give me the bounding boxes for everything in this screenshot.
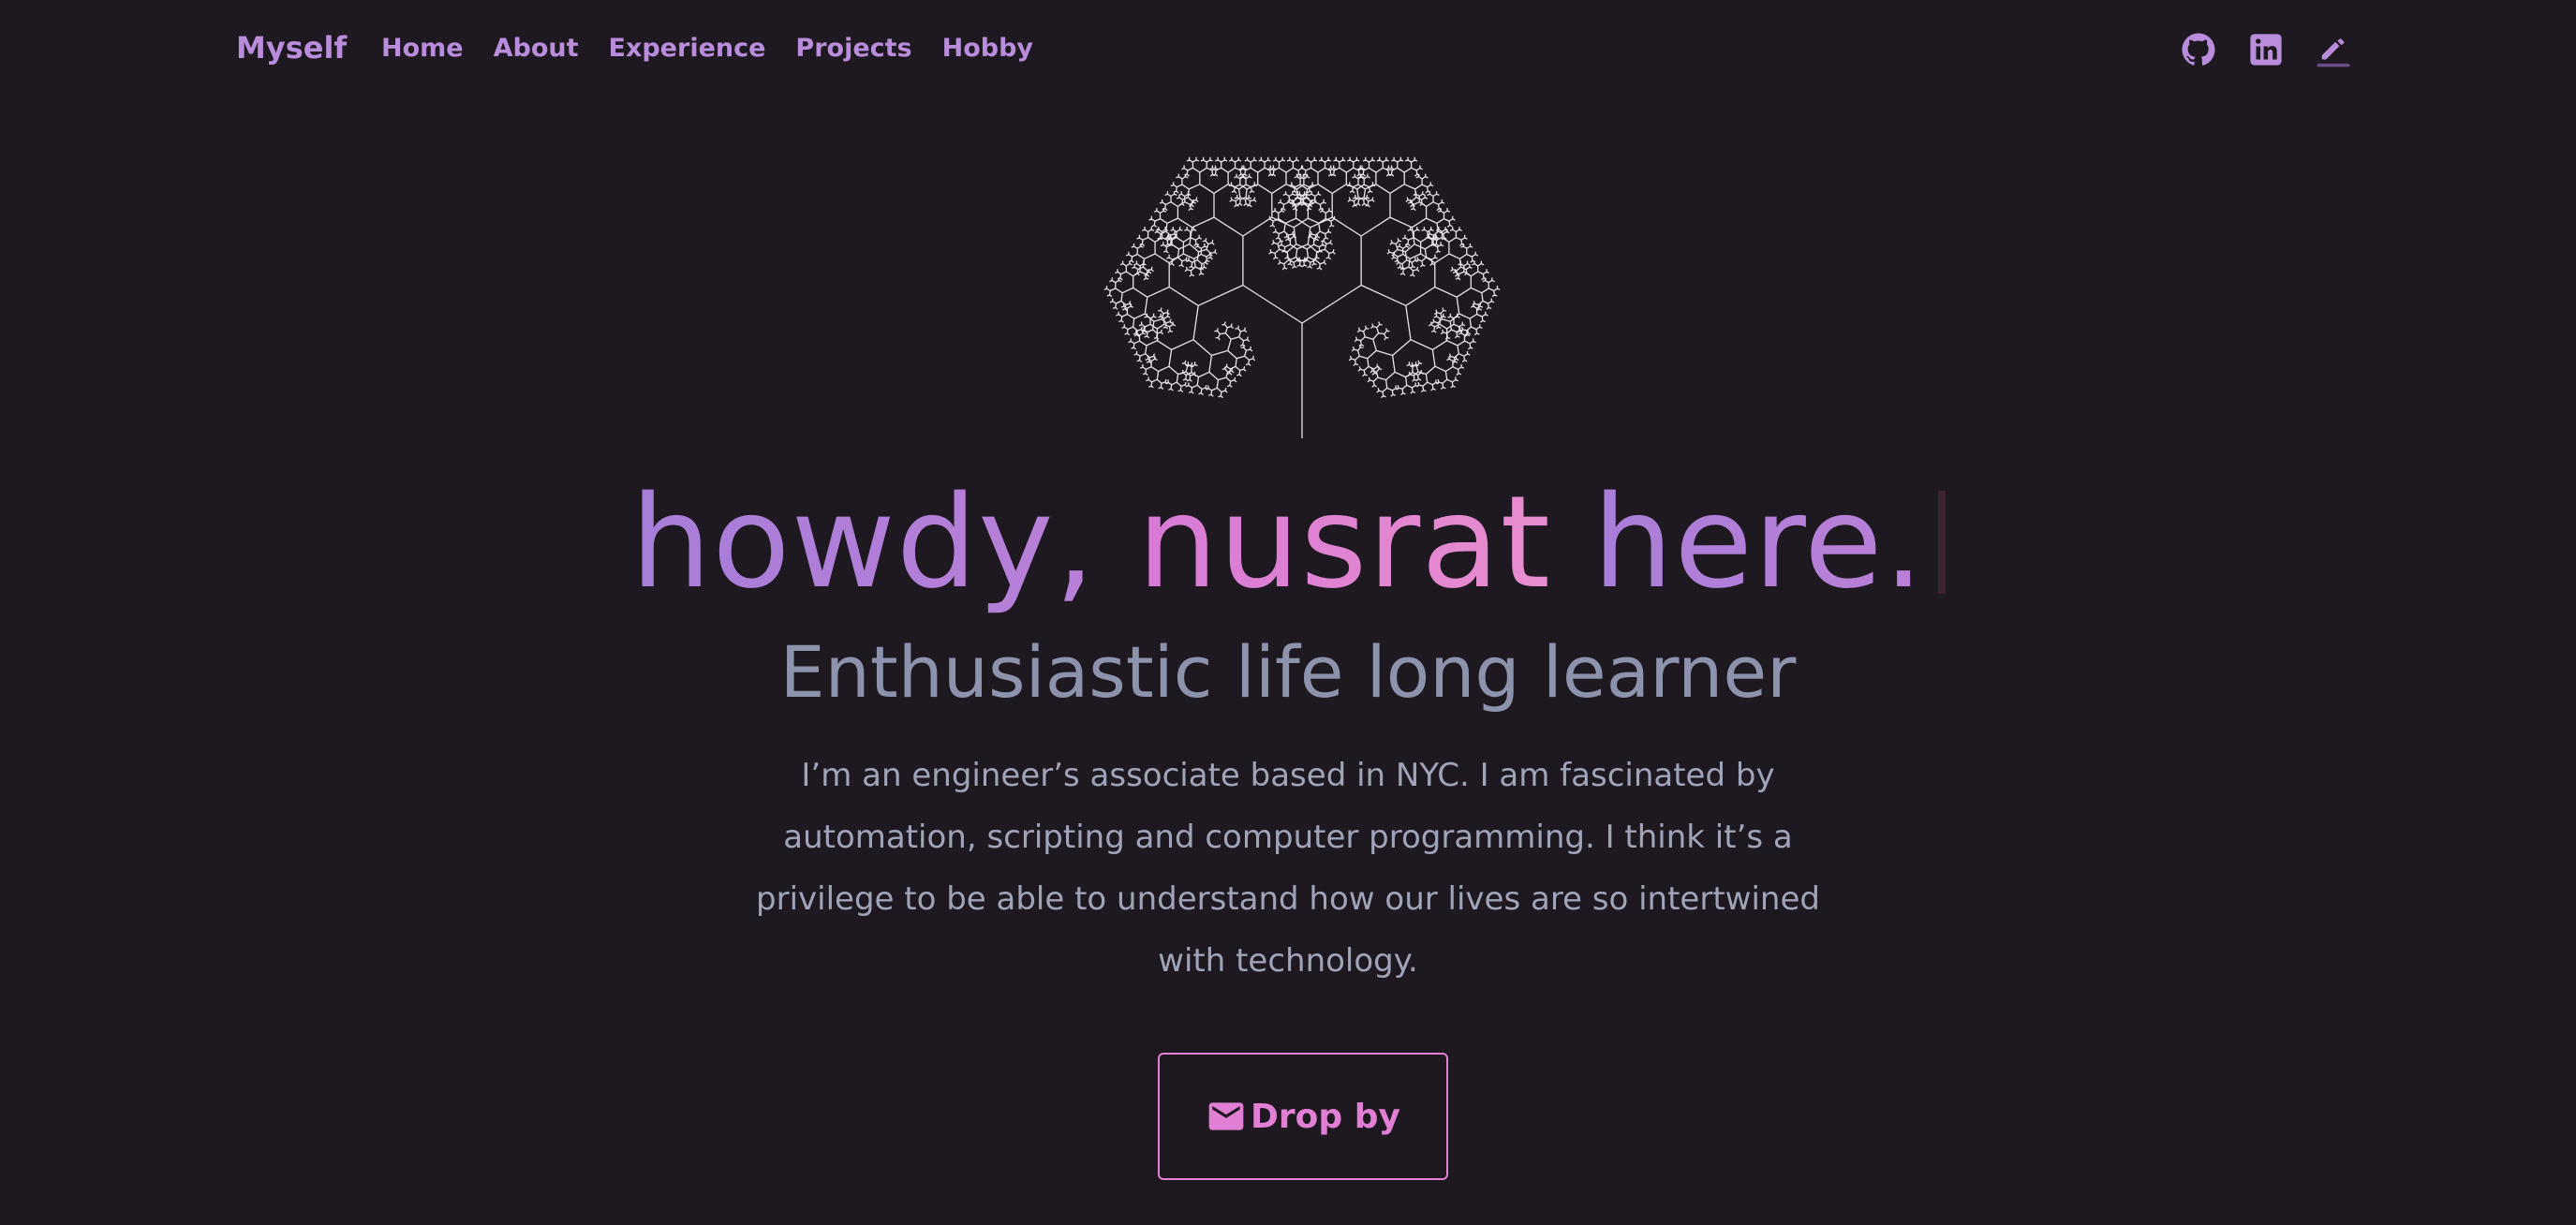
hero-title: howdy, nusrat here. [0, 473, 2576, 613]
nav-link-hobby[interactable]: Hobby [942, 34, 1033, 63]
github-icon[interactable] [2179, 30, 2218, 69]
nav-links: Home About Experience Projects Hobby [381, 34, 1033, 63]
page: Myself Home About Experience Projects Ho… [0, 0, 2576, 1225]
nav-link-projects[interactable]: Projects [795, 34, 911, 63]
hero-bio: I’m an engineer’s associate based in NYC… [756, 757, 1820, 980]
hero-tail: here. [1550, 469, 1925, 617]
pencil-icon[interactable] [2314, 30, 2353, 69]
hero-name: nusrat [1137, 469, 1551, 617]
typing-cursor [1937, 491, 1946, 594]
nav-link-about[interactable]: About [494, 34, 579, 63]
hero-subtitle: Enthusiastic life long learner [779, 630, 1797, 714]
nav-link-experience[interactable]: Experience [609, 34, 766, 63]
mail-icon [1206, 1096, 1247, 1137]
social-icons [2179, 30, 2353, 69]
drop-by-label: Drop by [1251, 1097, 1400, 1136]
fractal-tree-illustration [1103, 156, 1501, 438]
nav-link-home[interactable]: Home [381, 34, 464, 63]
drop-by-button[interactable]: Drop by [1158, 1053, 1448, 1180]
linkedin-icon[interactable] [2246, 30, 2286, 69]
hero-greeting: howdy, [630, 469, 1138, 617]
brand-logo[interactable]: Myself [236, 30, 347, 66]
tree-branches [1103, 156, 1501, 438]
top-nav: Myself Home About Experience Projects Ho… [0, 0, 2576, 103]
